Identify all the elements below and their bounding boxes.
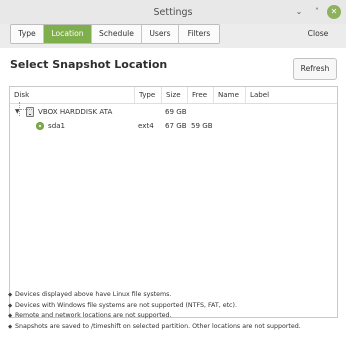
column-header-name[interactable]: Name <box>214 87 246 103</box>
table-header: Disk Type Size Free Name Label <box>10 87 337 104</box>
disk-size: 69 GB <box>165 107 187 116</box>
bullet-icon: ◆ <box>8 323 13 330</box>
table-row[interactable]: sda1 ext4 67 GB 59 GB <box>10 119 337 133</box>
partition-free: 59 GB <box>191 121 213 130</box>
list-item: ◆ Snapshots are saved to /timeshift on s… <box>8 322 342 333</box>
list-item: ◆ Devices displayed above have Linux fil… <box>8 290 342 301</box>
bullet-icon: ◆ <box>8 302 13 309</box>
note-text: Remote and network locations are not sup… <box>15 312 172 319</box>
partition-type: ext4 <box>138 121 154 130</box>
settings-window: Settings ⌄ ˄ ✕ Type Location Schedule Us… <box>0 0 346 343</box>
column-header-type[interactable]: Type <box>135 87 162 103</box>
refresh-button[interactable]: Refresh <box>293 58 337 80</box>
window-title: Settings <box>153 7 193 18</box>
info-notes: ◆ Devices displayed above have Linux fil… <box>8 290 342 332</box>
close-window-icon[interactable]: ✕ <box>327 5 341 19</box>
disk-name: VBOX HARDDISK ATA <box>38 107 113 116</box>
tab-location[interactable]: Location <box>44 25 92 43</box>
tree-connector <box>20 109 32 110</box>
bullet-icon: ◆ <box>8 292 13 298</box>
list-item: ◆ Devices with Windows file systems are … <box>8 301 342 312</box>
maximize-icon[interactable]: ˄ <box>310 5 324 19</box>
tab-schedule[interactable]: Schedule <box>92 25 142 43</box>
list-item: ◆ Remote and network locations are not s… <box>8 311 342 322</box>
column-header-free[interactable]: Free <box>188 87 214 103</box>
column-header-size[interactable]: Size <box>162 87 188 103</box>
tab-type[interactable]: Type <box>11 25 44 43</box>
partition-size: 67 GB <box>165 121 187 130</box>
tab-filters[interactable]: Filters <box>179 25 219 43</box>
partition-icon <box>36 122 44 130</box>
column-header-label[interactable]: Label <box>246 87 337 103</box>
location-panel: Select Snapshot Location Refresh Disk Ty… <box>0 48 346 343</box>
close-button[interactable]: Close <box>298 24 338 44</box>
disk-table: Disk Type Size Free Name Label ▼ VBOX HA… <box>9 86 338 318</box>
note-text: Devices displayed above have Linux file … <box>15 291 172 298</box>
table-row[interactable]: ▼ VBOX HARDDISK ATA 69 GB <box>10 105 337 119</box>
column-header-disk[interactable]: Disk <box>10 87 135 103</box>
bullet-icon: ◆ <box>8 313 13 319</box>
partition-name: sda1 <box>48 121 66 130</box>
note-text: Snapshots are saved to /timeshift on sel… <box>15 322 301 330</box>
tab-strip: Type Location Schedule Users Filters <box>10 24 220 44</box>
page-title: Select Snapshot Location <box>10 58 168 71</box>
tab-users[interactable]: Users <box>142 25 179 43</box>
minimize-icon[interactable]: ⌄ <box>292 5 306 19</box>
note-text: Devices with Windows file systems are no… <box>15 301 237 309</box>
tab-toolbar: Type Location Schedule Users Filters Clo… <box>0 24 346 48</box>
title-bar: Settings ⌄ ˄ ✕ <box>0 0 346 24</box>
